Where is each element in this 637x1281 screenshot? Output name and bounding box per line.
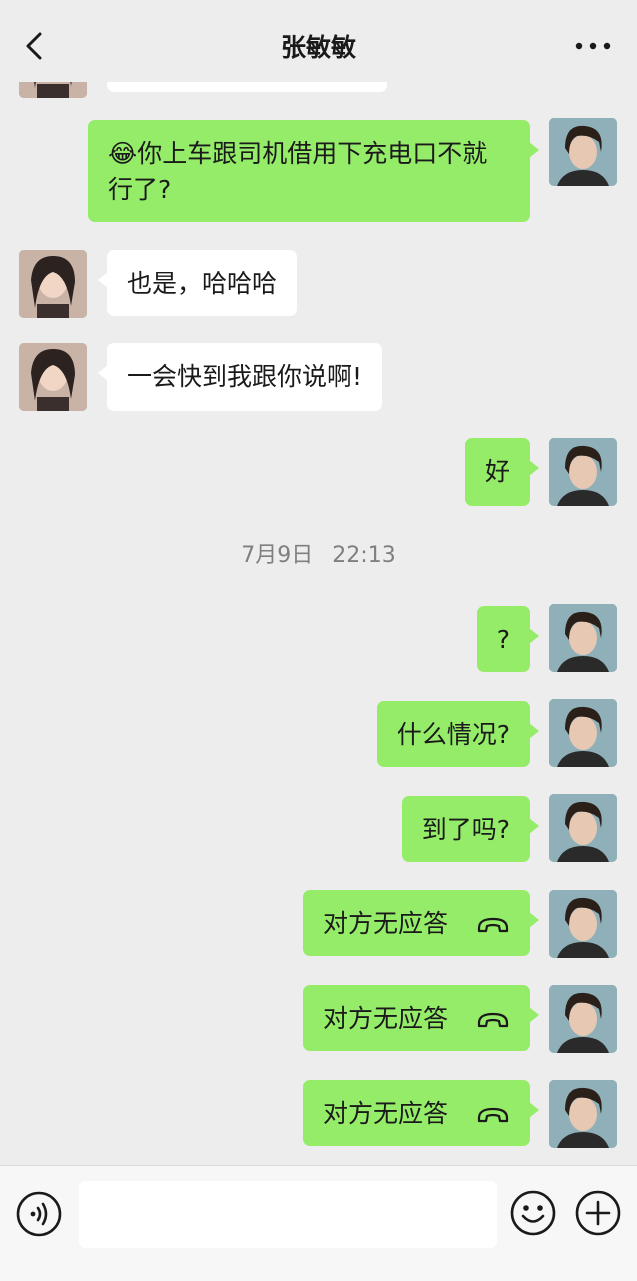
my-avatar[interactable] xyxy=(549,438,617,506)
chat-area[interactable]: 😂你上车跟司机借用下充电口不就行了? 也是，哈哈哈 一会快到我跟你说啊! 好 7… xyxy=(0,0,637,1165)
timestamp-date: 7月9日 xyxy=(241,543,314,568)
message-input[interactable] xyxy=(79,1181,497,1248)
chat-title: 张敏敏 xyxy=(280,33,356,62)
timestamp-time: 22:13 xyxy=(332,543,396,568)
message-bubble[interactable]: 😂你上车跟司机借用下充电口不就行了? xyxy=(88,120,539,222)
more-dots-icon[interactable] xyxy=(573,36,613,56)
message-bubble[interactable]: 好 xyxy=(464,438,540,506)
timestamp: 7月9日 22:13 xyxy=(0,537,637,569)
phone-hangup-icon xyxy=(477,1107,509,1123)
message-bubble[interactable]: 一会快到我跟你说啊! xyxy=(97,343,383,411)
call-status-text: 对方无应答 xyxy=(322,1099,448,1128)
contact-avatar[interactable] xyxy=(19,250,87,318)
plus-icon[interactable] xyxy=(574,1189,622,1237)
my-avatar[interactable] xyxy=(549,604,617,672)
input-bar xyxy=(0,1165,637,1281)
contact-avatar[interactable] xyxy=(19,343,87,411)
my-avatar[interactable] xyxy=(549,985,617,1053)
call-record-bubble[interactable]: 对方无应答 xyxy=(302,890,540,956)
phone-hangup-icon xyxy=(477,1012,509,1028)
chat-header: 张敏敏 xyxy=(0,0,637,82)
message-text: 你上车跟司机借用下充电口不就行了? xyxy=(108,139,488,204)
message-bubble[interactable]: 到了吗? xyxy=(401,796,540,862)
my-avatar[interactable] xyxy=(549,794,617,862)
call-status-text: 对方无应答 xyxy=(322,909,448,938)
phone-hangup-icon xyxy=(477,917,509,933)
message-bubble[interactable]: 什么情况? xyxy=(376,701,540,767)
message-bubble[interactable]: ? xyxy=(476,606,540,672)
my-avatar[interactable] xyxy=(549,118,617,186)
voice-icon[interactable] xyxy=(16,1191,62,1237)
call-record-bubble[interactable]: 对方无应答 xyxy=(302,985,540,1051)
emoji-icon[interactable] xyxy=(509,1189,557,1237)
call-record-bubble[interactable]: 对方无应答 xyxy=(302,1080,540,1146)
my-avatar[interactable] xyxy=(549,699,617,767)
call-status-text: 对方无应答 xyxy=(322,1004,448,1033)
laughing-emoji-icon: 😂 xyxy=(108,139,138,168)
my-avatar[interactable] xyxy=(549,890,617,958)
message-bubble[interactable]: 也是，哈哈哈 xyxy=(97,250,298,316)
my-avatar[interactable] xyxy=(549,1080,617,1148)
